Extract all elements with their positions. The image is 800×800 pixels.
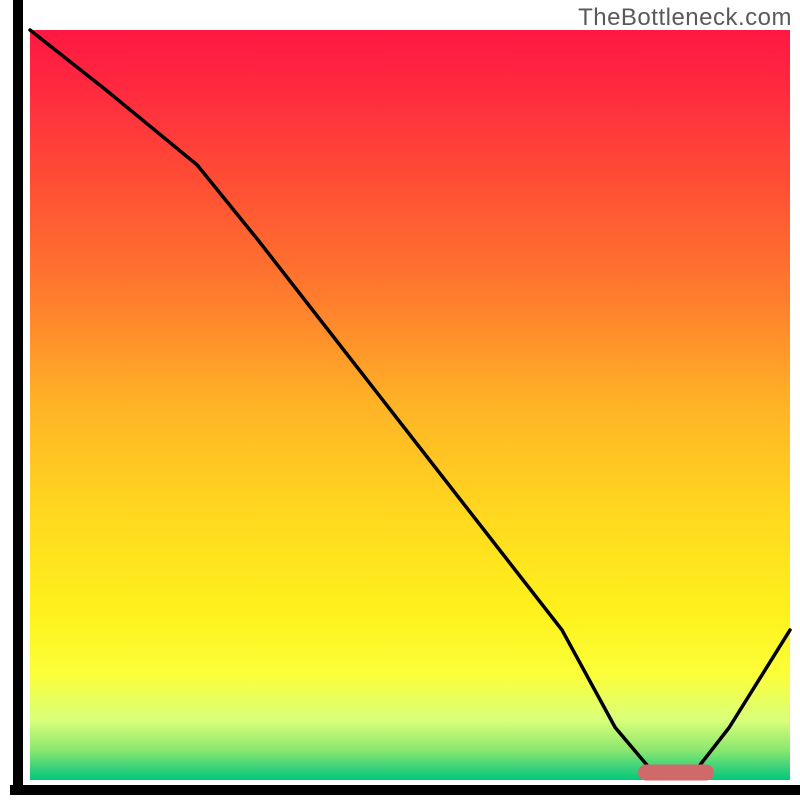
- chart-svg: [0, 0, 800, 800]
- watermark-text: TheBottleneck.com: [578, 4, 792, 32]
- plot-background: [30, 30, 790, 780]
- chart-container: { "watermark_text": "TheBottleneck.com",…: [0, 0, 800, 800]
- optimal-marker[interactable]: [638, 765, 714, 781]
